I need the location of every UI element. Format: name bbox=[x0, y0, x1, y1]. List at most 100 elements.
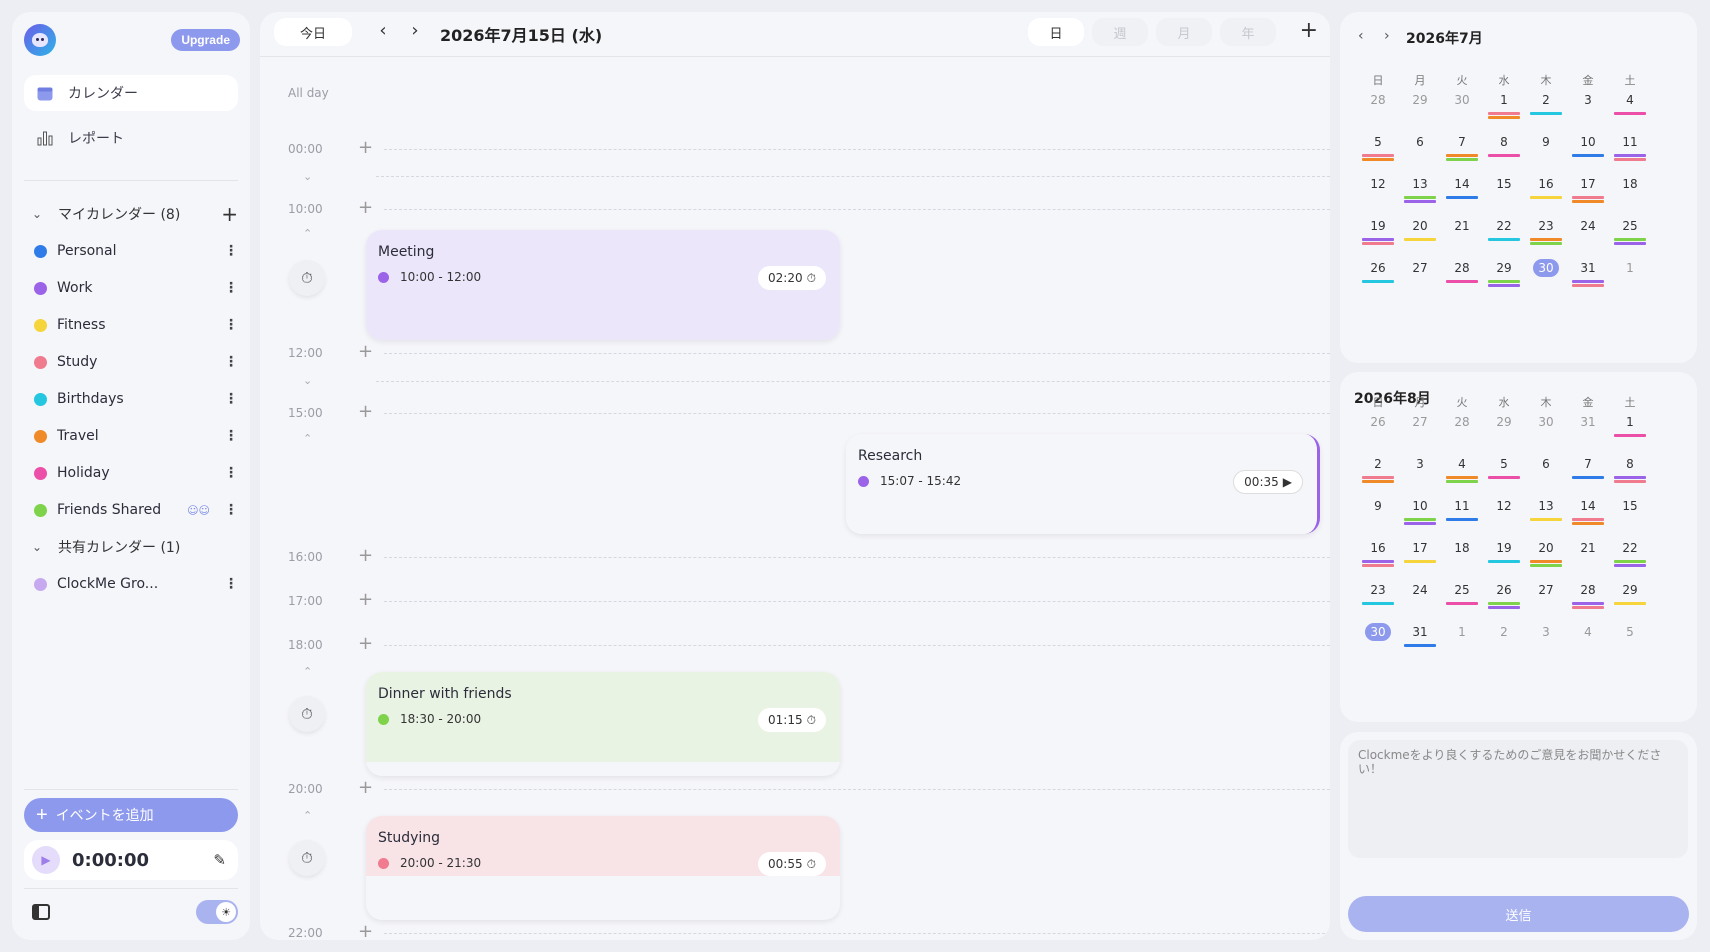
day-cell[interactable]: 30 bbox=[1442, 90, 1482, 110]
day-cell[interactable]: 28 bbox=[1358, 90, 1398, 110]
stopwatch-icon[interactable]: ⏱ bbox=[289, 260, 325, 296]
day-cell[interactable]: 18 bbox=[1610, 174, 1650, 194]
day-cell[interactable]: 11 bbox=[1442, 496, 1482, 516]
day-cell[interactable]: 8 bbox=[1484, 132, 1524, 152]
play-icon[interactable]: ▶ bbox=[32, 846, 60, 874]
day-cell[interactable]: 25 bbox=[1442, 580, 1482, 600]
day-cell[interactable]: 31 bbox=[1568, 412, 1608, 432]
shared-calendars-group[interactable]: ⌄ 共有カレンダー (1) bbox=[32, 535, 238, 559]
view-tab-week[interactable]: 週 bbox=[1092, 18, 1148, 46]
day-cell[interactable]: 13 bbox=[1400, 174, 1440, 194]
day-cell[interactable]: 17 bbox=[1568, 174, 1608, 194]
day-cell[interactable]: 24 bbox=[1568, 216, 1608, 236]
day-cell[interactable]: 19 bbox=[1358, 216, 1398, 236]
day-cell[interactable]: 28 bbox=[1442, 412, 1482, 432]
event-card-studying[interactable]: Studying 20:00 - 21:30 00:55 ⏱ bbox=[366, 816, 840, 920]
day-cell[interactable]: 21 bbox=[1568, 538, 1608, 558]
nav-item-calendar[interactable]: カレンダー bbox=[24, 75, 238, 111]
more-vertical-icon[interactable]: ⋮ bbox=[224, 280, 238, 296]
day-cell[interactable]: 9 bbox=[1526, 132, 1566, 152]
day-cell[interactable]: 6 bbox=[1400, 132, 1440, 152]
day-cell[interactable]: 5 bbox=[1358, 132, 1398, 152]
day-cell[interactable]: 19 bbox=[1484, 538, 1524, 558]
day-cell[interactable]: 2 bbox=[1526, 90, 1566, 110]
calendar-item[interactable]: ClockMe Gro... ⋮ bbox=[34, 572, 238, 596]
chevron-left-icon[interactable]: ‹ bbox=[1358, 28, 1364, 44]
add-slot-icon[interactable]: + bbox=[358, 923, 373, 941]
day-cell[interactable]: 29 bbox=[1484, 258, 1524, 278]
day-cell[interactable]: 7 bbox=[1568, 454, 1608, 474]
day-cell[interactable]: 15 bbox=[1484, 174, 1524, 194]
nav-item-report[interactable]: レポート bbox=[24, 120, 238, 156]
add-slot-icon[interactable]: + bbox=[358, 591, 373, 609]
day-cell[interactable]: 28 bbox=[1568, 580, 1608, 600]
day-cell[interactable]: 30 bbox=[1526, 258, 1566, 278]
add-slot-icon[interactable]: + bbox=[358, 199, 373, 217]
day-cell[interactable]: 4 bbox=[1442, 454, 1482, 474]
day-cell[interactable]: 11 bbox=[1610, 132, 1650, 152]
day-cell[interactable]: 26 bbox=[1358, 412, 1398, 432]
day-cell[interactable]: 10 bbox=[1400, 496, 1440, 516]
day-cell[interactable]: 1 bbox=[1610, 412, 1650, 432]
add-calendar-icon[interactable]: + bbox=[221, 204, 238, 224]
day-cell[interactable]: 26 bbox=[1484, 580, 1524, 600]
day-cell[interactable]: 29 bbox=[1400, 90, 1440, 110]
chevron-right-icon[interactable]: › bbox=[1384, 28, 1390, 44]
day-cell[interactable]: 1 bbox=[1484, 90, 1524, 110]
chevron-down-icon[interactable]: ⌄ bbox=[303, 374, 312, 387]
stopwatch-icon[interactable]: ⏱ bbox=[289, 696, 325, 732]
chevron-up-icon[interactable]: ⌃ bbox=[303, 809, 312, 822]
add-slot-icon[interactable]: + bbox=[358, 403, 373, 421]
more-vertical-icon[interactable]: ⋮ bbox=[224, 502, 238, 518]
stopwatch-icon[interactable]: ⏱ bbox=[289, 840, 325, 876]
day-cell[interactable]: 2 bbox=[1358, 454, 1398, 474]
add-slot-icon[interactable]: + bbox=[358, 547, 373, 565]
chevron-right-icon[interactable]: › bbox=[405, 20, 425, 41]
day-cell[interactable]: 27 bbox=[1526, 580, 1566, 600]
calendar-item[interactable]: Personal ⋮ bbox=[34, 239, 238, 263]
day-cell[interactable]: 27 bbox=[1400, 412, 1440, 432]
event-card-dinner-with-friends[interactable]: Dinner with friends 18:30 - 20:00 01:15 ⏱ bbox=[366, 672, 840, 776]
day-cell[interactable]: 5 bbox=[1610, 622, 1650, 642]
more-vertical-icon[interactable]: ⋮ bbox=[224, 354, 238, 370]
calendar-item[interactable]: Holiday ⋮ bbox=[34, 461, 238, 485]
calendar-item[interactable]: Study ⋮ bbox=[34, 350, 238, 374]
day-cell[interactable]: 20 bbox=[1400, 216, 1440, 236]
day-cell[interactable]: 31 bbox=[1568, 258, 1608, 278]
day-cell[interactable]: 1 bbox=[1610, 258, 1650, 278]
calendar-item[interactable]: Friends Shared ☺☺ ⋮ bbox=[34, 498, 238, 522]
more-vertical-icon[interactable]: ⋮ bbox=[224, 391, 238, 407]
day-cell[interactable]: 4 bbox=[1610, 90, 1650, 110]
day-cell[interactable]: 3 bbox=[1526, 622, 1566, 642]
day-cell[interactable]: 3 bbox=[1568, 90, 1608, 110]
day-cell[interactable]: 2 bbox=[1484, 622, 1524, 642]
calendar-item[interactable]: Birthdays ⋮ bbox=[34, 387, 238, 411]
day-cell[interactable]: 20 bbox=[1526, 538, 1566, 558]
view-tab-month[interactable]: 月 bbox=[1156, 18, 1212, 46]
add-slot-icon[interactable]: + bbox=[358, 139, 373, 157]
day-cell[interactable]: 8 bbox=[1610, 454, 1650, 474]
day-cell[interactable]: 21 bbox=[1442, 216, 1482, 236]
day-cell[interactable]: 3 bbox=[1400, 454, 1440, 474]
day-cell[interactable]: 12 bbox=[1358, 174, 1398, 194]
day-cell[interactable]: 24 bbox=[1400, 580, 1440, 600]
feedback-textarea[interactable]: Clockmeをより良くするためのご意見をお聞かせください！ bbox=[1348, 740, 1688, 858]
add-event-icon[interactable]: + bbox=[1300, 18, 1318, 43]
day-cell[interactable]: 12 bbox=[1484, 496, 1524, 516]
add-slot-icon[interactable]: + bbox=[358, 635, 373, 653]
chevron-up-icon[interactable]: ⌃ bbox=[303, 432, 312, 445]
day-cell[interactable]: 10 bbox=[1568, 132, 1608, 152]
add-slot-icon[interactable]: + bbox=[358, 343, 373, 361]
day-cell[interactable]: 29 bbox=[1484, 412, 1524, 432]
day-cell[interactable]: 5 bbox=[1484, 454, 1524, 474]
event-card-research[interactable]: Research 15:07 - 15:42 00:35 ▶ bbox=[846, 434, 1320, 534]
calendar-item[interactable]: Travel ⋮ bbox=[34, 424, 238, 448]
day-cell[interactable]: 7 bbox=[1442, 132, 1482, 152]
more-vertical-icon[interactable]: ⋮ bbox=[224, 428, 238, 444]
day-cell[interactable]: 14 bbox=[1568, 496, 1608, 516]
day-cell[interactable]: 4 bbox=[1568, 622, 1608, 642]
sidebar-toggle-icon[interactable] bbox=[32, 904, 50, 920]
day-cell[interactable]: 25 bbox=[1610, 216, 1650, 236]
day-cell[interactable]: 30 bbox=[1526, 412, 1566, 432]
calendar-item[interactable]: Work ⋮ bbox=[34, 276, 238, 300]
